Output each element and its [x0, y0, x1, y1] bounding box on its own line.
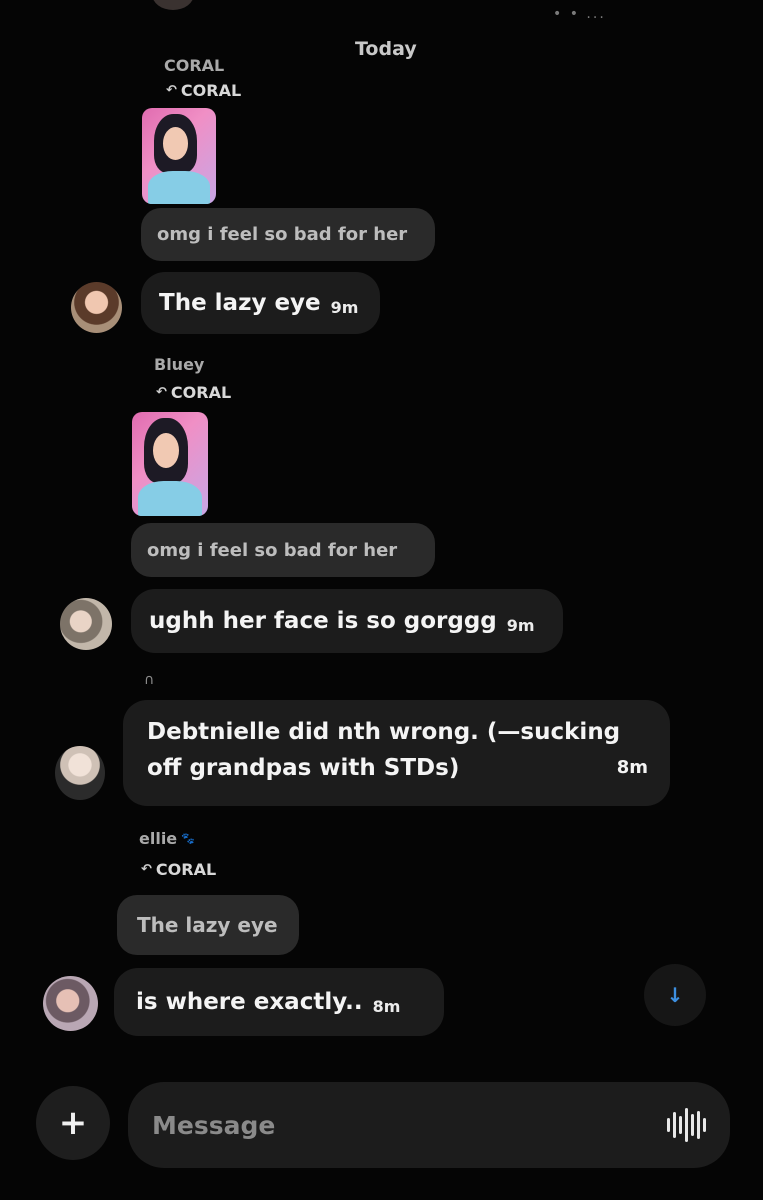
reply-author: ellie — [139, 829, 178, 848]
reply-author: Bluey — [154, 355, 205, 374]
reply-target[interactable]: ↶ CORAL — [141, 860, 216, 879]
quoted-message[interactable]: omg i feel so bad for her — [131, 523, 435, 577]
message-text-line2: off grandpas with STDs) — [147, 755, 460, 781]
reply-arrow-icon: ↶ — [156, 385, 167, 400]
message-text: ughh her face is so gorggg — [149, 608, 497, 634]
message-time: 9m — [330, 297, 359, 317]
quoted-message[interactable]: omg i feel so bad for her — [141, 208, 435, 261]
reply-target[interactable]: ↶ CORAL — [156, 383, 231, 402]
add-attachment-button[interactable]: + — [36, 1086, 110, 1160]
arrow-down-icon: ↓ — [666, 983, 684, 1007]
reply-indicator: ∩ — [144, 672, 155, 688]
reply-arrow-icon: ↶ — [141, 862, 152, 877]
quoted-message[interactable]: The lazy eye — [117, 895, 299, 955]
message-bubble[interactable]: is where exactly.. 8m — [114, 968, 444, 1036]
reply-target[interactable]: ↶ CORAL — [166, 81, 241, 100]
message-bubble[interactable]: Debtnielle did nth wrong. (—sucking off … — [123, 700, 670, 806]
partial-avatar — [152, 0, 194, 10]
quoted-text: omg i feel so bad for her — [147, 539, 398, 561]
avatar[interactable] — [43, 976, 98, 1031]
message-time: 8m — [372, 996, 401, 1016]
reply-target-label: CORAL — [155, 860, 217, 879]
message-text-line1: Debtnielle did nth wrong. (—sucking — [147, 719, 621, 745]
image-thumbnail[interactable] — [142, 108, 216, 204]
message-bubble[interactable]: The lazy eye 9m — [141, 272, 380, 334]
message-placeholder: Message — [152, 1110, 276, 1140]
reply-author: CORAL — [164, 56, 225, 75]
avatar[interactable] — [55, 746, 105, 800]
quoted-text: omg i feel so bad for her — [157, 224, 408, 245]
avatar[interactable] — [60, 598, 112, 650]
image-thumbnail[interactable] — [132, 412, 208, 516]
plus-icon: + — [58, 1103, 88, 1143]
message-input[interactable]: Message — [128, 1082, 730, 1168]
paw-icon: 🐾 — [181, 832, 195, 845]
message-time: 8m — [616, 757, 648, 778]
avatar[interactable] — [71, 282, 122, 333]
top-status: • • ... — [553, 6, 606, 22]
message-text: is where exactly.. — [136, 989, 363, 1015]
reply-arrow-icon: ↶ — [166, 83, 177, 98]
message-bubble[interactable]: ughh her face is so gorggg 9m — [131, 589, 563, 653]
day-separator: Today — [355, 38, 417, 60]
reply-author-row: ellie 🐾 — [139, 829, 195, 848]
message-text: The lazy eye — [159, 290, 321, 316]
message-time: 9m — [506, 615, 535, 635]
scroll-to-bottom-button[interactable]: ↓ — [644, 964, 706, 1026]
waveform-icon[interactable] — [667, 1108, 706, 1142]
reply-target-label: CORAL — [170, 383, 232, 402]
quoted-text: The lazy eye — [137, 913, 278, 937]
reply-target-label: CORAL — [180, 81, 242, 100]
